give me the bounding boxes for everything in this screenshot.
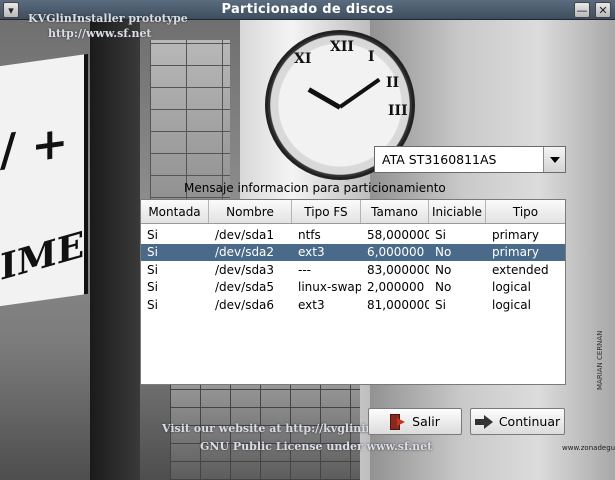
column-header-montada[interactable]: Montada: [141, 200, 209, 223]
column-header-tipo[interactable]: Tipo: [486, 200, 565, 223]
cell-montada: Si: [147, 297, 158, 312]
table-header: Montada Nombre Tipo FS Tamano Iniciable …: [141, 200, 565, 224]
chevron-down-icon[interactable]: [543, 147, 565, 172]
cell-tipo-fs: linux-swap: [298, 280, 361, 295]
cell-montada: Si: [147, 227, 158, 242]
cell-tipo: primary: [492, 245, 539, 260]
cell-montada: Si: [147, 262, 158, 277]
cell-tipo-fs: ext3: [298, 245, 325, 260]
sign-text-top: / +: [0, 116, 69, 178]
artist-credit: MARIAN CERNAN: [596, 330, 604, 390]
arrow-right-icon: [474, 414, 493, 429]
cell-iniciable: No: [435, 245, 452, 260]
cell-tamano: 83,000000: [367, 262, 429, 277]
cell-tipo-fs: ---: [298, 262, 311, 277]
cell-tipo-fs: ext3: [298, 297, 325, 312]
cell-iniciable: No: [435, 280, 452, 295]
exit-door-icon: [390, 413, 406, 430]
cell-iniciable: No: [435, 262, 452, 277]
table-row[interactable]: Si /dev/sda5 linux-swap 2,000000 No logi…: [141, 279, 565, 297]
sign-text-bottom: IME: [0, 223, 85, 290]
column-header-tipo-fs[interactable]: Tipo FS: [292, 200, 361, 223]
cell-iniciable: Si: [435, 227, 446, 242]
partition-message: Mensaje informacion para particionamient…: [184, 181, 446, 195]
disk-select[interactable]: ATA ST3160811AS: [374, 146, 566, 173]
image-credit: www.zonadeguerra.com: [562, 444, 615, 452]
cell-iniciable: Si: [435, 297, 446, 312]
disk-select-value: ATA ST3160811AS: [382, 152, 497, 167]
cell-tamano: 6,000000: [367, 245, 425, 260]
cell-tipo: logical: [492, 297, 531, 312]
table-row-selected[interactable]: Si /dev/sda2 ext3 6,000000 No primary: [141, 243, 565, 261]
column-header-nombre[interactable]: Nombre: [209, 200, 292, 223]
license-notice: GNU Public License under www.sf.net: [200, 440, 433, 453]
clock-numeral: I: [368, 49, 375, 65]
continue-button[interactable]: Continuar: [470, 408, 565, 435]
exit-button-label: Salir: [412, 414, 440, 429]
clock-numeral: XI: [294, 51, 312, 67]
table-row[interactable]: Si /dev/sda1 ntfs 58,000000 Si primary: [141, 226, 565, 244]
table-row[interactable]: Si /dev/sda6 ext3 81,000000 Si logical: [141, 296, 565, 314]
cell-nombre: /dev/sda5: [215, 280, 275, 295]
column-header-iniciable[interactable]: Iniciable: [429, 200, 486, 223]
close-icon[interactable]: ✕: [595, 2, 611, 18]
cell-nombre: /dev/sda6: [215, 297, 275, 312]
background-sign: / + IME: [0, 53, 88, 307]
cell-tamano: 58,000000: [367, 227, 429, 242]
continue-button-label: Continuar: [498, 414, 561, 429]
minimize-icon[interactable]: —: [574, 2, 590, 18]
clock-hand: [338, 77, 381, 109]
cell-montada: Si: [147, 280, 158, 295]
cell-tipo: extended: [492, 262, 549, 277]
table-body: Si /dev/sda1 ntfs 58,000000 Si primary S…: [141, 224, 565, 314]
project-url: http://www.sf.net: [48, 27, 152, 40]
cell-tamano: 2,000000: [367, 280, 425, 295]
cell-tipo-fs: ntfs: [298, 227, 321, 242]
cell-tamano: 81,000000: [367, 297, 429, 312]
clock-hand: [307, 87, 342, 110]
cell-montada: Si: [147, 245, 158, 260]
installer-window: ▾ Particionado de discos — ✕ / + IME XII…: [0, 0, 615, 480]
cell-tipo: logical: [492, 280, 531, 295]
background-post: [90, 20, 140, 480]
clock-numeral: III: [388, 103, 408, 119]
clock-numeral: II: [386, 75, 400, 91]
cell-nombre: /dev/sda2: [215, 245, 275, 260]
cell-nombre: /dev/sda1: [215, 227, 275, 242]
exit-button[interactable]: Salir: [368, 408, 462, 435]
column-header-tamano[interactable]: Tamano: [361, 200, 429, 223]
clock-numeral: XII: [330, 39, 354, 55]
prototype-label: KVGlinInstaller prototype: [28, 12, 188, 25]
cell-nombre: /dev/sda3: [215, 262, 275, 277]
partition-table[interactable]: Montada Nombre Tipo FS Tamano Iniciable …: [140, 199, 566, 385]
table-row[interactable]: Si /dev/sda3 --- 83,000000 No extended: [141, 261, 565, 279]
cell-tipo: primary: [492, 227, 539, 242]
